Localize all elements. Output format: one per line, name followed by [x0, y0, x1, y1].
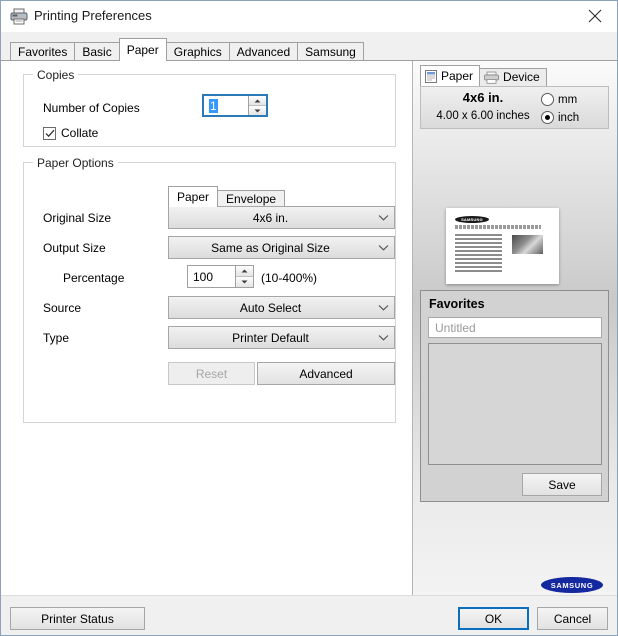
favorites-panel: Favorites Untitled Save: [420, 290, 609, 502]
percentage-value: 100: [193, 269, 214, 284]
favorites-list[interactable]: [428, 343, 602, 465]
chevron-up-icon[interactable]: [249, 96, 266, 105]
settings-pane: Copies Number of Copies 1 Collate Paper …: [1, 61, 412, 595]
output-size-dropdown[interactable]: Same as Original Size: [168, 236, 395, 259]
type-dropdown[interactable]: Printer Default: [168, 326, 395, 349]
percentage-input[interactable]: 100: [188, 266, 235, 287]
percentage-range-hint: (10-400%): [261, 271, 318, 285]
collate-checkbox[interactable]: Collate: [43, 126, 98, 140]
unit-radio-mm[interactable]: mm: [541, 93, 577, 106]
preview-pane: Paper Device 4x6 in. 4.00 x 6.00 inches …: [412, 61, 617, 595]
save-button[interactable]: Save: [522, 473, 602, 496]
chevron-down-icon[interactable]: [372, 334, 394, 341]
preview-tab-paper[interactable]: Paper: [420, 65, 481, 86]
tab-basic[interactable]: Basic: [74, 42, 120, 61]
number-of-copies-stepper[interactable]: 1: [202, 94, 268, 117]
preview-tab-paper-label: Paper: [441, 69, 474, 83]
chevron-down-icon[interactable]: [236, 276, 253, 287]
printer-status-button[interactable]: Printer Status: [10, 607, 145, 630]
document-icon: [425, 69, 437, 83]
paper-size-title: 4x6 in.: [462, 90, 504, 105]
checkmark-icon: [43, 126, 56, 140]
chevron-up-icon[interactable]: [236, 266, 253, 276]
cancel-button[interactable]: Cancel: [537, 607, 608, 630]
type-value: Printer Default: [232, 330, 309, 345]
reset-button[interactable]: Reset: [168, 362, 255, 385]
samsung-brand-logo: SAMSUNG: [541, 577, 603, 593]
percentage-arrows[interactable]: [235, 266, 253, 287]
output-size-label: Output Size: [43, 241, 106, 255]
favorites-name-input[interactable]: Untitled: [428, 317, 602, 338]
radio-unselected-icon: [541, 93, 554, 106]
source-dropdown[interactable]: Auto Select: [168, 296, 395, 319]
page-preview-thumbnail: SAMSUNG: [446, 208, 559, 284]
chevron-down-icon[interactable]: [372, 304, 394, 311]
preview-tab-device[interactable]: Device: [479, 68, 547, 86]
samsung-brand-logo-text: SAMSUNG: [550, 580, 594, 590]
type-label: Type: [43, 331, 70, 345]
number-of-copies-label: Number of Copies: [43, 101, 140, 115]
chevron-down-icon[interactable]: [372, 214, 394, 221]
copies-group-legend: Copies: [33, 68, 79, 82]
tab-paper[interactable]: Paper: [118, 38, 167, 61]
title-bar: Printing Preferences: [1, 1, 617, 32]
favorites-name-placeholder: Untitled: [435, 320, 476, 335]
printer-icon: [484, 71, 499, 84]
unit-mm-label: mm: [558, 93, 578, 106]
paper-options-group-legend: Paper Options: [33, 156, 118, 170]
number-of-copies-value: 1: [209, 98, 218, 113]
dialog-footer: Printer Status OK Cancel: [1, 595, 617, 635]
number-of-copies-arrows[interactable]: [248, 96, 266, 115]
chevron-down-icon[interactable]: [249, 105, 266, 115]
close-icon[interactable]: [572, 1, 617, 31]
subtab-envelope[interactable]: Envelope: [217, 190, 286, 207]
collate-label: Collate: [61, 126, 99, 140]
preview-tab-device-label: Device: [503, 70, 540, 84]
favorites-title: Favorites: [429, 297, 485, 311]
ok-button[interactable]: OK: [458, 607, 529, 630]
tab-graphics[interactable]: Graphics: [165, 42, 230, 61]
tab-strip: Favorites Basic Paper Graphics Advanced …: [1, 32, 617, 61]
advanced-button[interactable]: Advanced: [257, 362, 395, 385]
subtab-paper[interactable]: Paper: [168, 186, 219, 207]
chevron-down-icon[interactable]: [372, 244, 394, 251]
printer-icon: [10, 8, 28, 25]
paper-options-group: Paper Options Paper Envelope Original Si…: [23, 156, 396, 423]
unit-inch-label: inch: [558, 111, 580, 124]
paper-size-dimensions: 4.00 x 6.00 inches: [436, 110, 530, 122]
tab-content-paper: Copies Number of Copies 1 Collate Paper …: [1, 60, 617, 595]
percentage-label: Percentage: [63, 271, 125, 285]
original-size-dropdown[interactable]: 4x6 in.: [168, 206, 395, 229]
original-size-label: Original Size: [43, 211, 112, 225]
radio-selected-icon: [541, 111, 554, 124]
source-label: Source: [43, 301, 82, 315]
percentage-stepper[interactable]: 100: [187, 265, 254, 288]
output-size-value: Same as Original Size: [211, 240, 330, 255]
number-of-copies-input[interactable]: 1: [204, 96, 248, 115]
preview-body-text: [455, 234, 502, 272]
unit-radio-inch[interactable]: inch: [541, 111, 579, 124]
preview-headline: [455, 225, 541, 229]
source-value: Auto Select: [239, 300, 302, 315]
printing-preferences-dialog: Printing Preferences Favorites Basic Pap…: [0, 0, 618, 636]
copies-group: Copies Number of Copies 1 Collate: [23, 68, 396, 147]
preview-photo: [512, 235, 543, 254]
window-title: Printing Preferences: [34, 8, 152, 23]
paper-options-subtabs: Paper Envelope: [168, 186, 286, 207]
original-size-value: 4x6 in.: [252, 210, 289, 225]
preview-page-logo-text: SAMSUNG: [461, 217, 483, 222]
preview-tab-strip: Paper Device: [420, 65, 547, 86]
tab-samsung[interactable]: Samsung: [297, 42, 364, 61]
tab-advanced[interactable]: Advanced: [228, 42, 299, 61]
paper-size-info: 4x6 in. 4.00 x 6.00 inches mm inch: [420, 86, 609, 129]
tab-favorites[interactable]: Favorites: [10, 42, 76, 61]
